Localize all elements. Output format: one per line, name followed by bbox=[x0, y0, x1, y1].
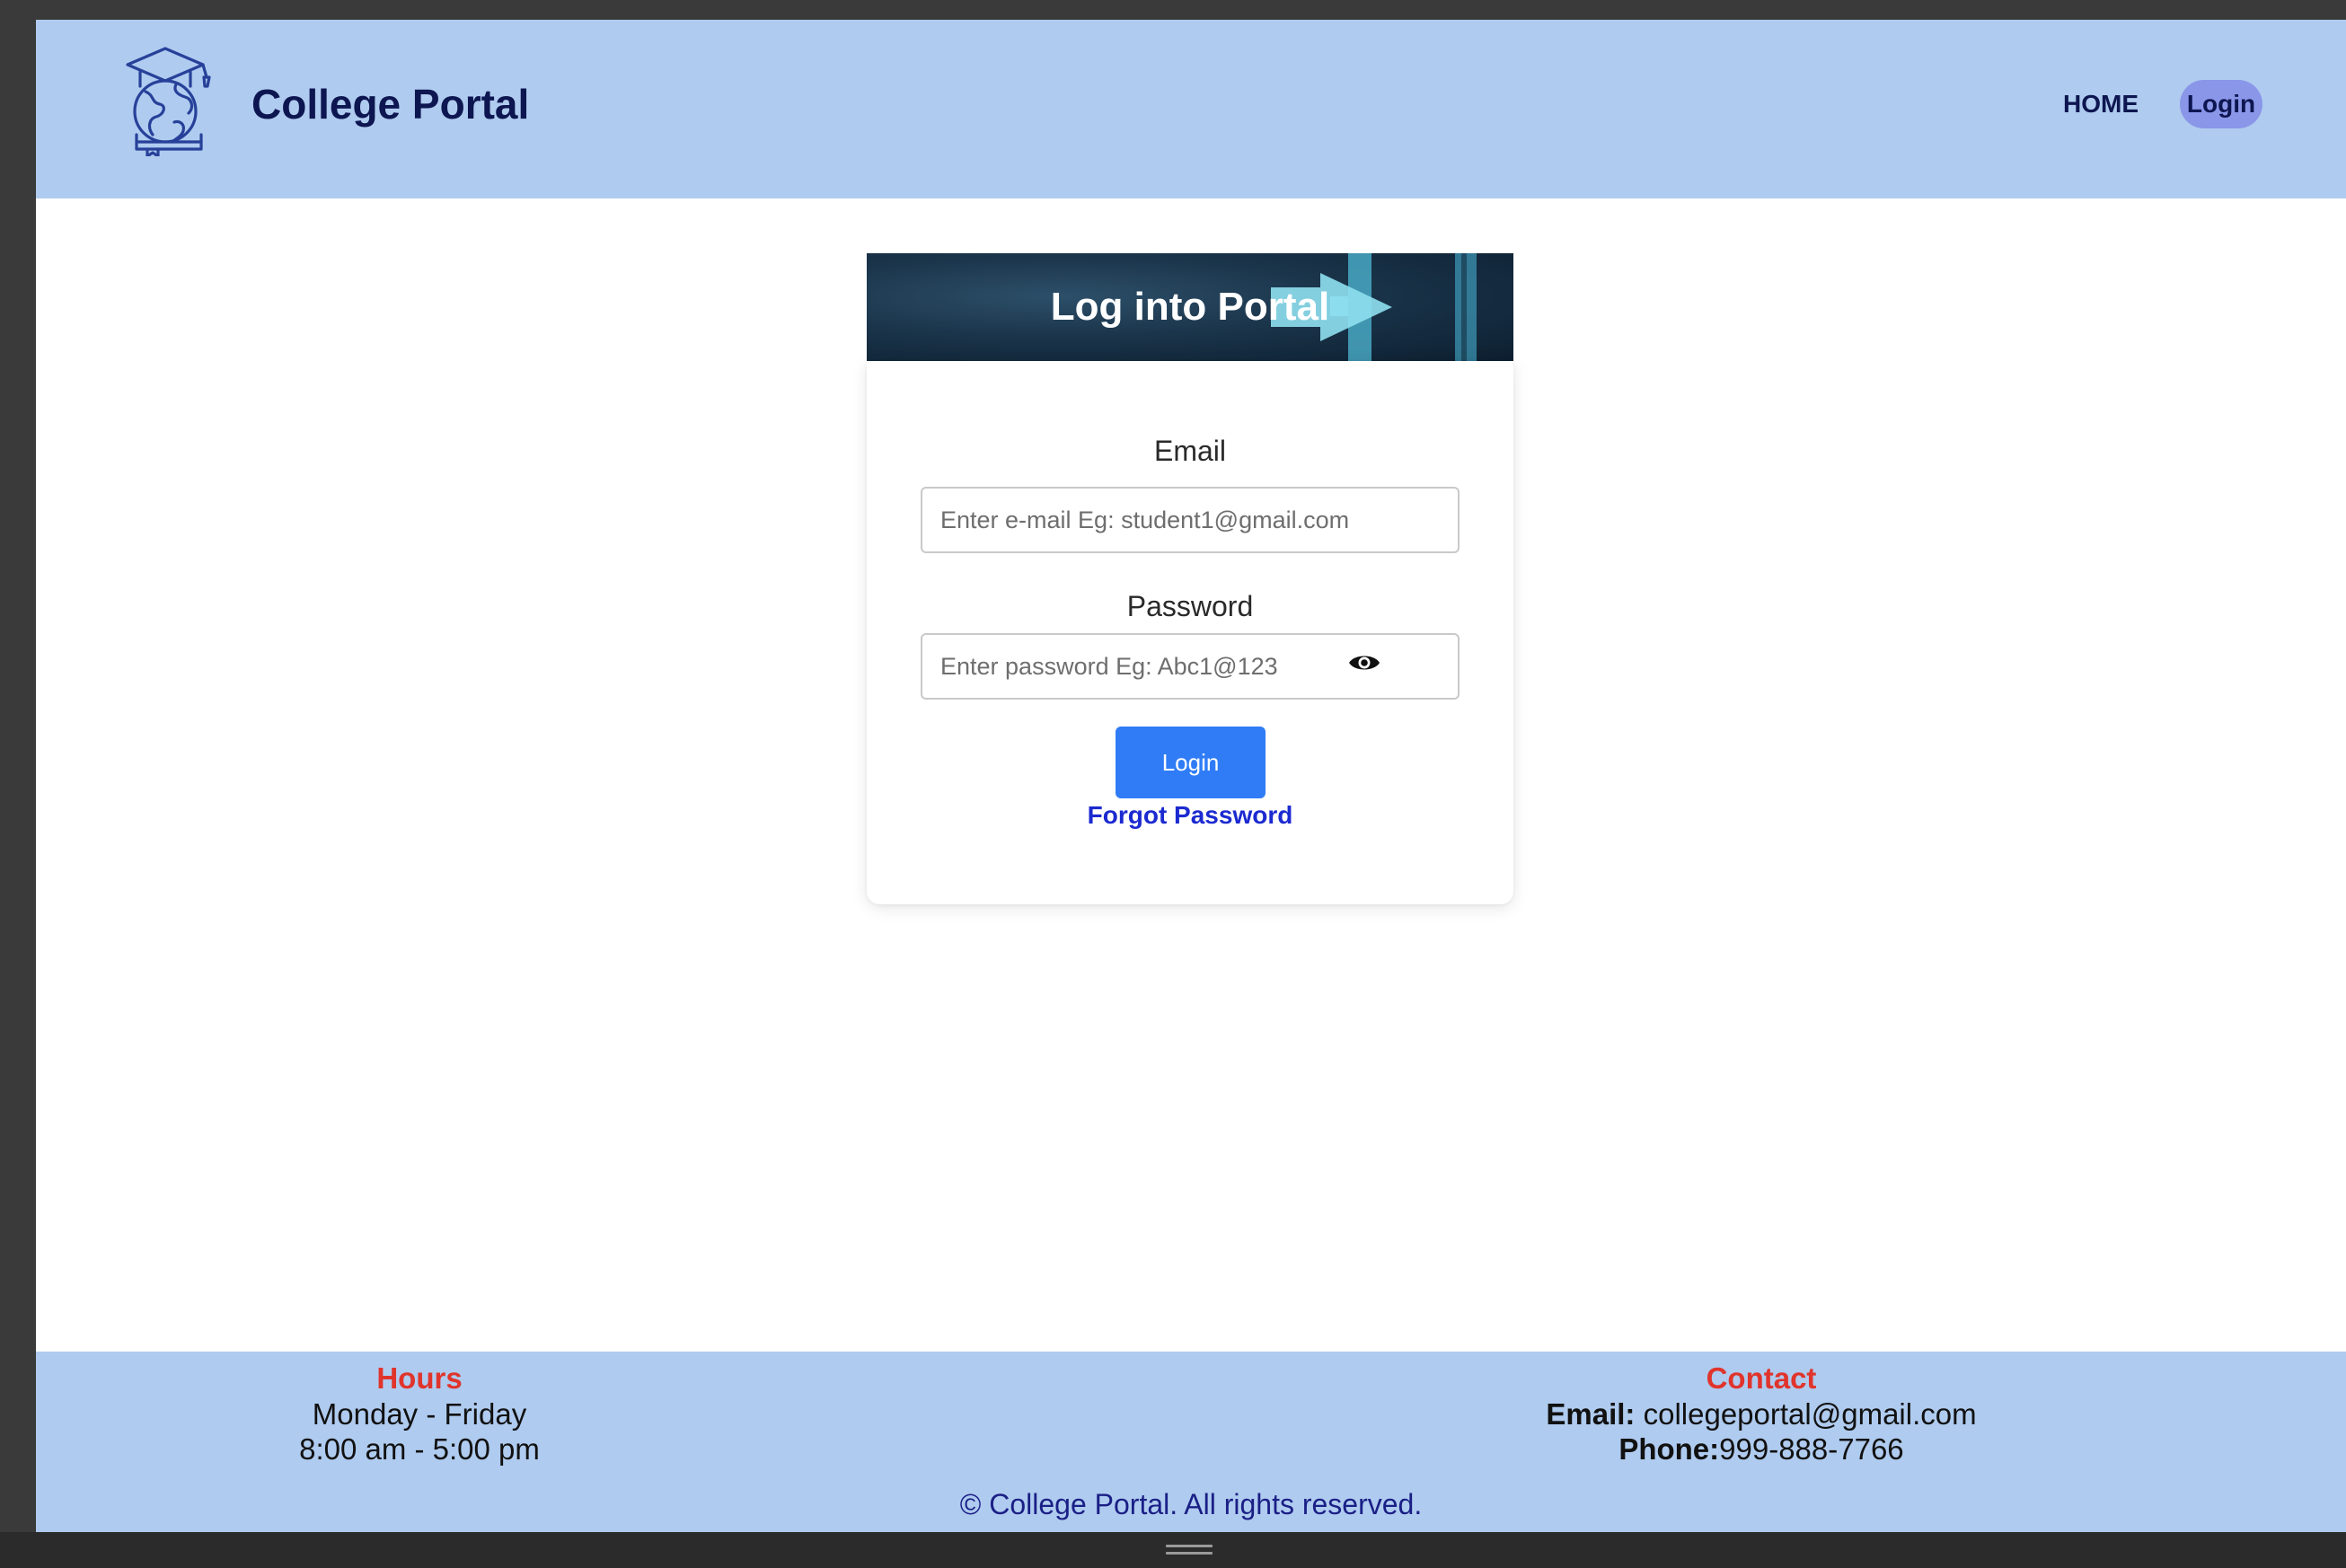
banner-title: Log into Portal bbox=[1050, 285, 1330, 329]
hours-heading: Hours bbox=[376, 1361, 463, 1395]
contact-phone: Phone:999-888-7766 bbox=[1420, 1431, 2103, 1467]
contact-section: Contact Email: collegeportal@gmail.com P… bbox=[1420, 1361, 2103, 1467]
hours-time: 8:00 am - 5:00 pm bbox=[299, 1432, 540, 1466]
hours-days: Monday - Friday bbox=[312, 1397, 527, 1431]
nav-login-button[interactable]: Login bbox=[2180, 80, 2262, 128]
email-field[interactable] bbox=[921, 487, 1460, 553]
graduate-globe-icon bbox=[126, 47, 211, 156]
login-banner: Log into Portal bbox=[867, 253, 1513, 361]
email-label: Email bbox=[1153, 435, 1226, 467]
forgot-password-link[interactable]: Forgot Password bbox=[867, 797, 1513, 833]
nav-home-link[interactable]: HOME bbox=[2063, 86, 2139, 122]
site-header: College Portal HOME Login bbox=[36, 20, 2346, 198]
contact-email-key: Email: bbox=[1546, 1397, 1636, 1431]
site-footer: Hours Monday - Friday 8:00 am - 5:00 pm … bbox=[36, 1352, 2346, 1532]
contact-email: Email: collegeportal@gmail.com bbox=[1420, 1396, 2103, 1431]
contact-phone-value: 999-888-7766 bbox=[1719, 1432, 1904, 1466]
contact-email-value: collegeportal@gmail.com bbox=[1643, 1397, 1977, 1431]
login-card: Email Password Login Forgot Password bbox=[867, 361, 1513, 904]
browser-viewport: College Portal HOME Login Log into Porta… bbox=[36, 20, 2346, 1532]
resize-handle-icon[interactable] bbox=[1166, 1545, 1213, 1557]
password-label: Password bbox=[1126, 590, 1254, 622]
login-submit-button[interactable]: Login bbox=[1116, 727, 1266, 798]
brand-title: College Portal bbox=[251, 81, 530, 128]
eye-icon[interactable] bbox=[1348, 649, 1380, 676]
hours-section: Hours Monday - Friday 8:00 am - 5:00 pm bbox=[186, 1361, 653, 1467]
contact-heading: Contact bbox=[1706, 1361, 1817, 1395]
contact-phone-key: Phone: bbox=[1618, 1432, 1720, 1466]
nav-login-label: Login bbox=[2186, 90, 2256, 118]
copyright-text: © College Portal. All rights reserved. bbox=[959, 1488, 1423, 1520]
